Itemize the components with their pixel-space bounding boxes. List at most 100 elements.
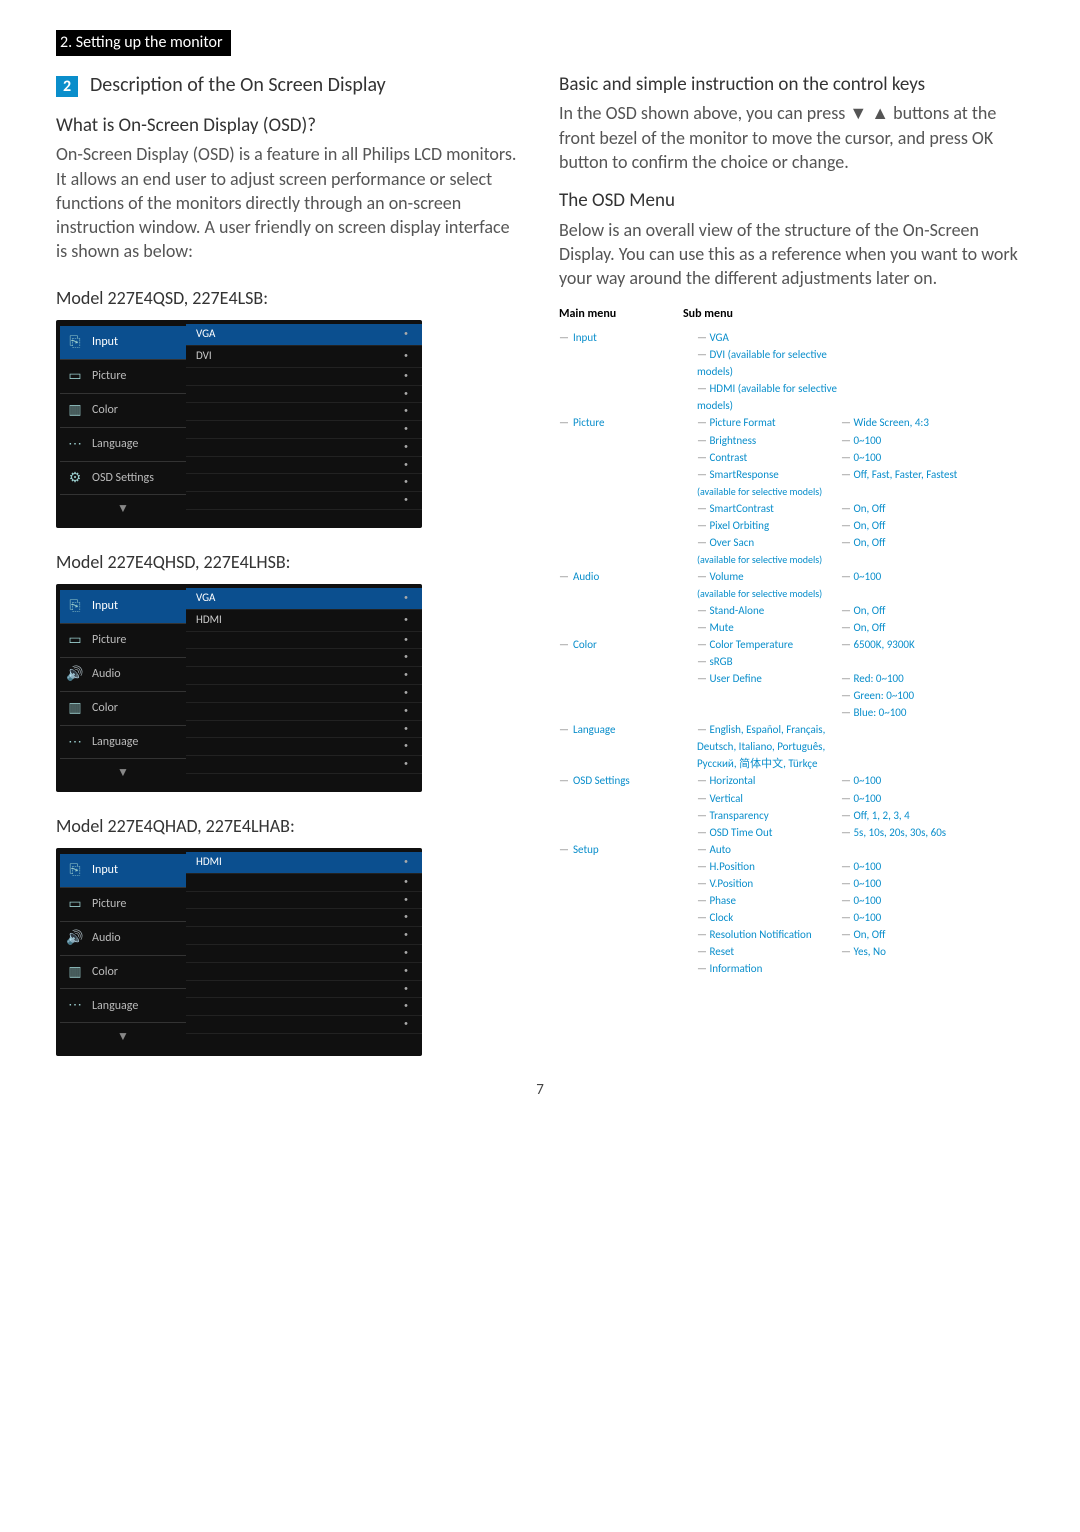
osd-option-row[interactable]: • [186,474,422,492]
chevron-down-icon[interactable]: ▼ [60,495,186,523]
menu-icon: ▭ [66,367,84,386]
osd-menu-item[interactable]: 🔊Audio [60,922,186,956]
osd-option-row[interactable]: • [186,439,422,457]
osd-option-row[interactable]: • [186,492,422,510]
osd-option-row[interactable]: HDMI• [186,610,422,632]
osd-option-row[interactable]: • [186,421,422,439]
osd-menu-item[interactable]: ▭Picture [60,888,186,922]
osd-menu-label: Picture [92,368,126,384]
menu-icon: 🔊 [66,929,84,948]
osd-option-row[interactable]: • [186,927,422,945]
tree-value: — 0~100 [841,772,881,789]
tree-sub-item: — VGA [697,329,841,346]
osd-menu-item[interactable]: ⎘Input [60,854,186,888]
osd-menu-item[interactable]: ▭ Picture [60,360,186,394]
tree-value: — On, Off [841,619,885,636]
osd-option-label: VGA [196,327,215,342]
bullet-icon: • [404,670,408,681]
tree-sub-item: — Resolution Notification [697,926,841,943]
tree-sub-item: — Mute [697,619,841,636]
osd-menu-item[interactable]: 🔊Audio [60,658,186,692]
tree-sub-item: — Phase [697,892,841,909]
menu-icon: ⎘ [66,861,84,880]
osd-option-row[interactable]: VGA• [186,588,422,610]
osd-option-row[interactable]: VGA • [186,324,422,346]
menu-icon: ▥ [66,699,84,718]
tree-value: — 5s, 10s, 20s, 30s, 60s [841,824,946,841]
tree-value: — Off, 1, 2, 3, 4 [841,807,910,824]
osd-option-row[interactable]: • [186,685,422,703]
osd-option-row[interactable]: • [186,632,422,650]
osd-option-row[interactable]: • [186,386,422,404]
osd-option-row[interactable]: • [186,667,422,685]
bullet-icon: • [404,329,408,340]
tree-main-item: Color [559,636,683,721]
tree-value: — Wide Screen, 4:3 [841,414,929,431]
tree-sub-item: — Vertical [697,790,841,807]
tree-sub-item: — Volume(available for selective models) [697,568,841,602]
model1-label: Model 227E4QSD, 227E4LSB: [56,286,521,310]
tree-value: — On, Off [841,602,885,619]
osd-menu-label: Input [92,598,118,614]
bullet-icon: • [404,593,408,604]
osd-option-row[interactable]: • [186,703,422,721]
osd-option-row[interactable]: HDMI• [186,852,422,874]
osd-menu-item[interactable]: ▭ Picture [60,624,186,658]
osd-option-row[interactable]: • [186,756,422,774]
tree-value: — 0~100 [841,432,881,449]
osd-option-row[interactable]: • [186,945,422,963]
menu-icon: ▥ [66,401,84,420]
page-number: 7 [56,1080,1024,1100]
bullet-icon: • [404,741,408,752]
osd-option-row[interactable]: • [186,1016,422,1034]
tree-sub-item: — Reset [697,943,841,960]
tree-sub-item: — Auto [697,841,841,858]
chevron-down-icon[interactable]: ▼ [60,1023,186,1051]
menu-icon: ⚙ [66,469,84,488]
osd-menu-label: Color [92,964,118,980]
osd-option-row[interactable]: • [186,909,422,927]
osd-option-row[interactable]: • [186,457,422,475]
osd-option-row[interactable]: • [186,981,422,999]
osd-menu-item[interactable]: ⚙ OSD Settings [60,462,186,496]
osd-option-row[interactable]: • [186,963,422,981]
osd-menu-item[interactable]: ⋯Language [60,989,186,1023]
tree-sub-item: — sRGB [697,653,841,670]
tree-main-item: Picture [559,414,683,567]
osd-option-row[interactable]: • [186,649,422,667]
menu-icon: ▭ [66,631,84,650]
tree-sub-item: — HDMI (available for selective models) [697,380,841,414]
tree-value-list: — Red: 0~100— Green: 0~100— Blue: 0~100 [841,670,914,721]
osd-option-row[interactable]: DVI• [186,346,422,368]
osd-menu-label: Picture [92,632,126,648]
osd-option-row[interactable]: • [186,874,422,892]
tree-sub-item: — Horizontal [697,772,841,789]
osd-menu-item[interactable]: ⎘Input [60,326,186,360]
osd-option-row[interactable]: • [186,892,422,910]
chevron-down-icon[interactable]: ▼ [60,759,186,787]
osd-menu-item[interactable]: ⋯Language [60,428,186,462]
osd-menu-label: OSD Settings [92,470,154,486]
osd-menu-item[interactable]: ▥Color [60,956,186,990]
tree-sub-item: — H.Position [697,858,841,875]
osd-option-row[interactable]: • [186,998,422,1016]
osd-option-row[interactable]: • [186,738,422,756]
osd-menu-item[interactable]: ▥Color [60,692,186,726]
tree-sub-header: Sub menu [683,305,733,324]
osd-menu-label: Language [92,436,138,452]
osd-menu-label: Picture [92,896,126,912]
tree-sub-item: — DVI (available for selective models) [697,346,841,380]
osd-option-row[interactable]: • [186,403,422,421]
osd-menu-item[interactable]: ▥ Color [60,394,186,428]
tree-value: — On, Off [841,926,885,943]
osd-menu-item[interactable]: ⎘Input [60,590,186,624]
osd-option-row[interactable]: • [186,721,422,739]
tree-value: — 0~100 [841,875,881,892]
osd-menu-item[interactable]: ⋯Language [60,726,186,760]
osd-menu-label: Color [92,402,118,418]
right-column: Basic and simple instruction on the cont… [559,64,1024,1056]
bullet-icon: • [404,724,408,735]
osd-menu-label: Language [92,734,138,750]
bullet-icon: • [404,877,408,888]
osd-option-row[interactable]: • [186,368,422,386]
